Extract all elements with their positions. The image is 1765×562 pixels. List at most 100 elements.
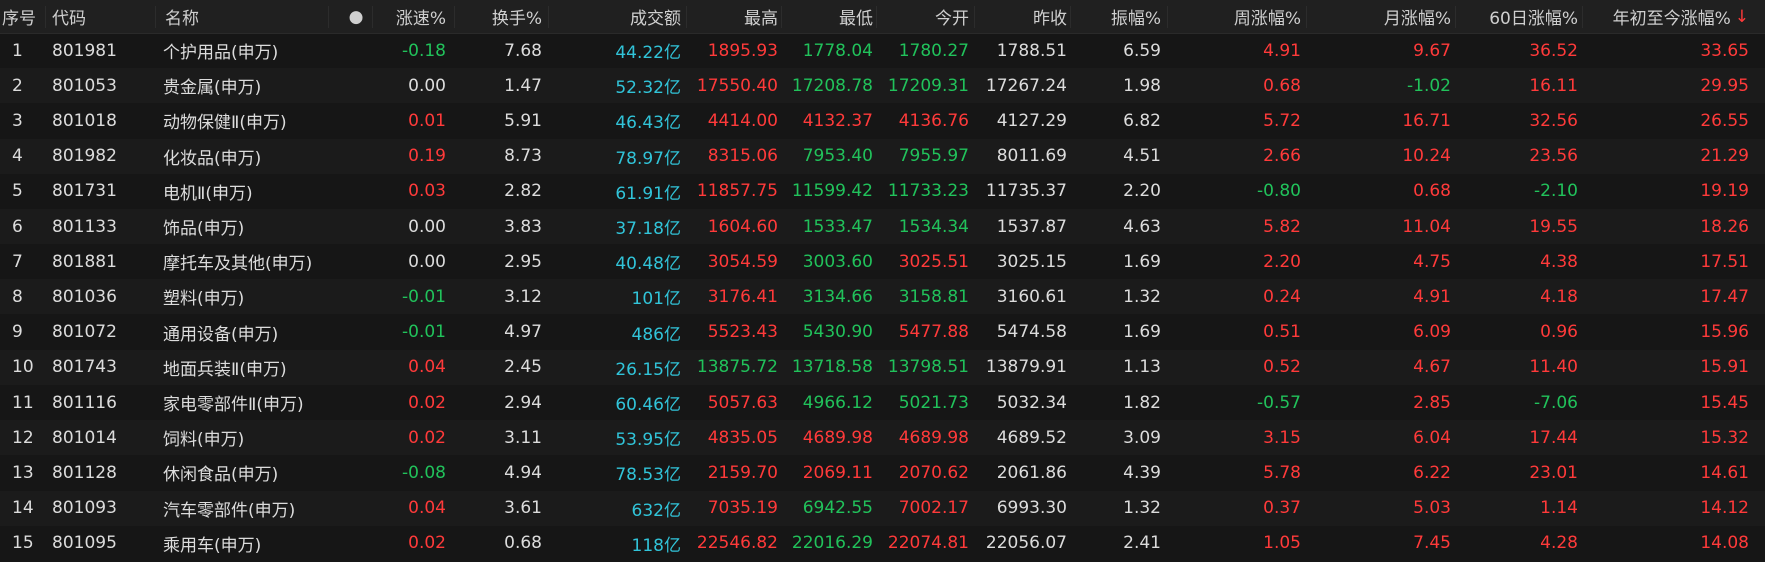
col-header-open[interactable]: 今开	[880, 0, 969, 33]
cell-high: 7035.19	[707, 498, 778, 519]
col-divider[interactable]	[686, 6, 687, 28]
col-divider[interactable]	[372, 6, 373, 28]
table-row[interactable]: 13 801128 休闲食品(申万) -0.08 4.94 78.53亿 2159.70 20…	[0, 455, 1765, 490]
cell-volume: 101亿	[631, 289, 681, 310]
cell-code: 801036	[52, 286, 117, 307]
table-row[interactable]: 12 801014 饲料(申万) 0.02 3.11 53.95亿 4835.05 4689.…	[0, 420, 1765, 456]
col-header-60d-chg[interactable]: 60日涨幅%	[1460, 0, 1578, 33]
col-header-ytd-chg[interactable]: 年初至今涨幅% ↓	[1585, 0, 1749, 33]
cell-volume: 40.48亿	[615, 254, 681, 275]
table-row[interactable]: 1 801981 个护用品(申万) -0.18 7.68 44.22亿 1895.93 177…	[0, 33, 1765, 68]
cell-high: 4414.00	[707, 110, 778, 131]
cell-open: 17209.31	[887, 75, 969, 96]
col-divider[interactable]	[1306, 6, 1307, 28]
cell-month-chg: 16.71	[1402, 110, 1451, 131]
cell-ytd-chg: 14.08	[1700, 533, 1749, 554]
cell-speed: -0.01	[402, 286, 446, 307]
col-header-turnover[interactable]: 换手%	[460, 0, 542, 33]
cell-open: 5477.88	[898, 322, 969, 343]
cell-week-chg: 2.66	[1263, 146, 1301, 167]
cell-prev-close: 2061.86	[996, 462, 1067, 483]
table-row[interactable]: 6 801133 饰品(申万) 0.00 3.83 37.18亿 1604.60 1533.4…	[0, 209, 1765, 244]
cell-open: 3025.51	[898, 251, 969, 272]
col-divider[interactable]	[45, 6, 46, 28]
table-row[interactable]: 5 801731 电机Ⅱ(申万) 0.03 2.82 61.91亿 11857.75 1159…	[0, 174, 1765, 209]
cell-turnover: 8.73	[504, 146, 542, 167]
table-row[interactable]: 3 801018 动物保健Ⅱ(申万) 0.01 5.91 46.43亿 4414.00 413…	[0, 103, 1765, 138]
cell-amplitude: 1.69	[1123, 322, 1161, 343]
table-row[interactable]: 14 801093 汽车零部件(申万) 0.04 3.61 632亿 7035.19 6942…	[0, 490, 1765, 526]
col-divider[interactable]	[876, 6, 877, 28]
col-header-month-chg[interactable]: 月涨幅%	[1340, 0, 1451, 33]
col-header-volume[interactable]: 成交额	[580, 0, 681, 33]
cell-amplitude: 6.59	[1123, 40, 1161, 61]
cell-low: 1778.04	[802, 40, 873, 61]
cell-week-chg: 0.52	[1263, 357, 1301, 378]
table-row[interactable]: 15 801095 乘用车(申万) 0.02 0.68 118亿 22546.82 22016…	[0, 526, 1765, 561]
cell-turnover: 1.47	[504, 75, 542, 96]
cell-speed: 0.04	[408, 498, 446, 519]
cell-high: 5057.63	[707, 392, 778, 413]
cell-high: 1604.60	[707, 216, 778, 237]
cell-ytd-chg: 14.61	[1700, 462, 1749, 483]
col-divider[interactable]	[1167, 6, 1168, 28]
col-divider[interactable]	[155, 6, 156, 28]
col-header-amplitude[interactable]: 振幅%	[1075, 0, 1161, 33]
cell-speed: 0.00	[408, 75, 446, 96]
table-row[interactable]: 7 801881 摩托车及其他(申万) 0.00 2.95 40.48亿 3054.59 30…	[0, 244, 1765, 279]
cell-code: 801881	[52, 251, 117, 272]
cell-low: 4132.37	[802, 110, 873, 131]
cell-d60-chg: 4.28	[1540, 533, 1578, 554]
indicator-dot-icon[interactable]: ●	[340, 0, 372, 33]
cell-low: 13718.58	[791, 357, 873, 378]
col-divider[interactable]	[974, 6, 975, 28]
col-header-week-chg[interactable]: 周涨幅%	[1200, 0, 1301, 33]
cell-prev-close: 17267.24	[985, 75, 1067, 96]
table-row[interactable]: 11 801116 家电零部件Ⅱ(申万) 0.02 2.94 60.46亿 5057.63 4…	[0, 385, 1765, 420]
table-row[interactable]: 9 801072 通用设备(申万) -0.01 4.97 486亿 5523.43 5430.…	[0, 315, 1765, 350]
cell-amplitude: 1.82	[1123, 392, 1161, 413]
cell-turnover: 2.45	[504, 357, 542, 378]
cell-high: 17550.40	[696, 75, 778, 96]
cell-volume: 60.46亿	[615, 395, 681, 415]
col-divider[interactable]	[1455, 6, 1456, 28]
col-divider[interactable]	[454, 6, 455, 28]
cell-low: 5430.90	[802, 322, 873, 343]
table-row[interactable]: 10 801743 地面兵装Ⅱ(申万) 0.04 2.45 26.15亿 13875.72 1…	[0, 349, 1765, 385]
col-header-prev-close[interactable]: 昨收	[980, 0, 1067, 33]
cell-name: 摩托车及其他(申万)	[163, 254, 313, 275]
cell-name: 汽车零部件(申万)	[163, 500, 296, 521]
cell-low: 2069.11	[802, 462, 873, 483]
cell-code: 801982	[52, 146, 117, 167]
col-divider[interactable]	[328, 6, 329, 28]
col-header-speed[interactable]: 涨速%	[370, 0, 446, 33]
table-row[interactable]: 8 801036 塑料(申万) -0.01 3.12 101亿 3176.41 3134.66…	[0, 279, 1765, 315]
col-header-high[interactable]: 最高	[690, 0, 778, 33]
table-row[interactable]: 4 801982 化妆品(申万) 0.19 8.73 78.97亿 8315.06 7953.…	[0, 138, 1765, 174]
col-header-low[interactable]: 最低	[785, 0, 873, 33]
col-header-name[interactable]: 名称	[165, 0, 285, 33]
cell-ytd-chg: 33.65	[1700, 40, 1749, 61]
col-divider[interactable]	[548, 6, 549, 28]
cell-high: 3176.41	[707, 286, 778, 307]
cell-seq: 8	[12, 286, 23, 307]
cell-turnover: 2.82	[504, 181, 542, 202]
col-divider[interactable]	[781, 6, 782, 28]
cell-name: 化妆品(申万)	[163, 148, 262, 169]
cell-low: 3003.60	[802, 251, 873, 272]
cell-name: 个护用品(申万)	[163, 43, 279, 63]
cell-turnover: 2.95	[504, 251, 542, 272]
col-header-seq[interactable]: 序号	[0, 0, 40, 33]
cell-amplitude: 1.69	[1123, 251, 1161, 272]
cell-prev-close: 5032.34	[996, 392, 1067, 413]
table-row[interactable]: 2 801053 贵金属(申万) 0.00 1.47 52.32亿 17550.40 1720…	[0, 68, 1765, 104]
cell-ytd-chg: 15.32	[1700, 427, 1749, 448]
cell-prev-close: 11735.37	[985, 181, 1067, 202]
cell-volume: 61.91亿	[615, 183, 681, 204]
cell-ytd-chg: 18.26	[1700, 216, 1749, 237]
col-divider[interactable]	[1070, 6, 1071, 28]
cell-d60-chg: 11.40	[1529, 357, 1578, 378]
cell-open: 22074.81	[887, 533, 969, 554]
col-divider[interactable]	[1582, 6, 1583, 28]
col-header-code[interactable]: 代码	[52, 0, 132, 33]
